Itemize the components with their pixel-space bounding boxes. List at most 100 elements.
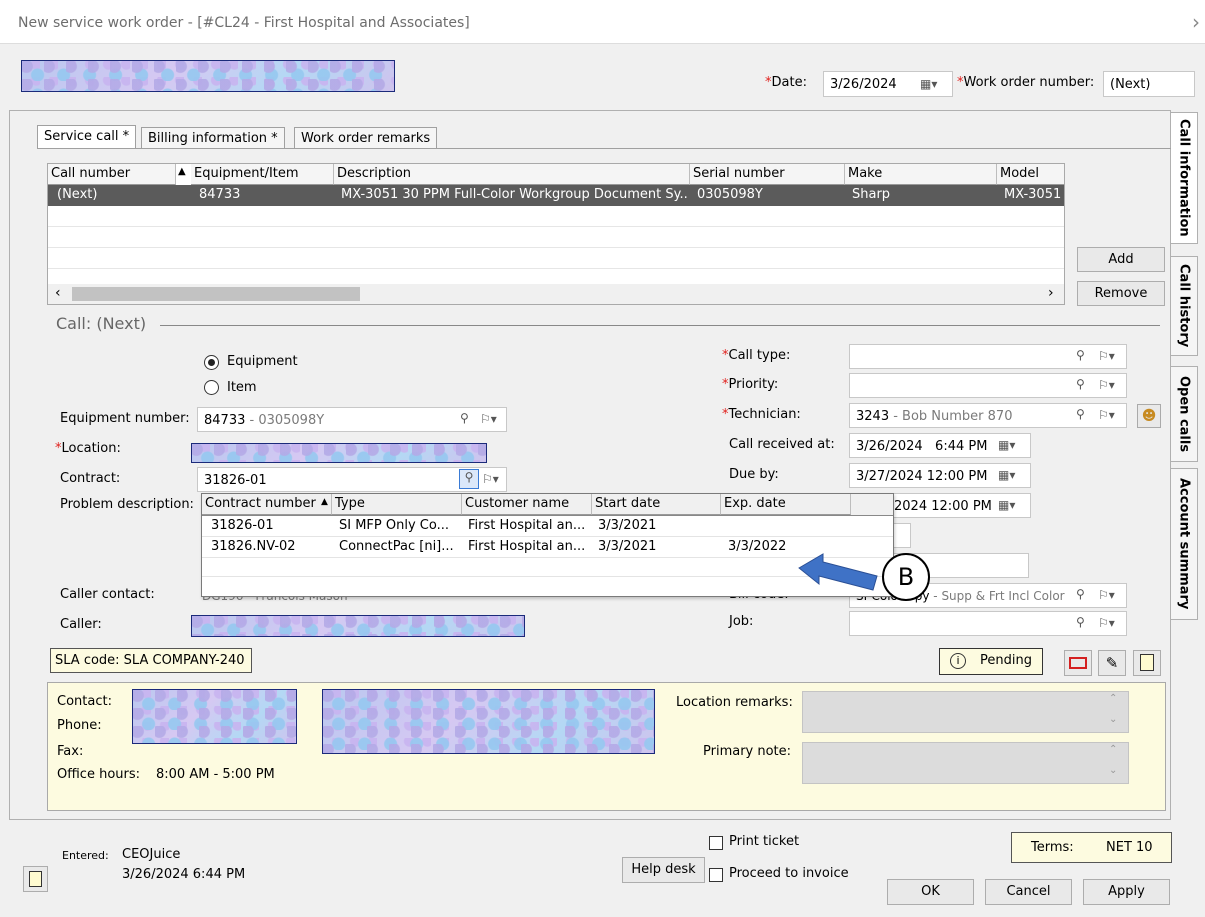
calendar-dropdown-icon[interactable]: ▦▾ [998, 468, 1015, 482]
call-section-title: Call: (Next) [56, 314, 147, 333]
calendar-dropdown-icon[interactable]: ▦▾ [998, 498, 1015, 512]
remove-button[interactable]: Remove [1077, 281, 1165, 306]
list-item[interactable]: 31826.NV-02 ConnectPac [ni]... First Hos… [202, 537, 893, 558]
dd-col-exp[interactable]: Exp. date [721, 494, 851, 515]
notes-footer-button[interactable] [23, 866, 48, 892]
bill-code-desc: - Supp & Frt Incl Color [929, 589, 1065, 603]
contract-dropdown: Contract number ▲ Type Customer name Sta… [201, 493, 894, 597]
sort-asc-icon[interactable]: ▲ [321, 497, 328, 507]
ok-button[interactable]: OK [887, 879, 974, 905]
col-header-make[interactable]: Make [845, 164, 997, 185]
side-tab-call-history[interactable]: Call history [1171, 256, 1198, 356]
contract-field[interactable]: 31826-01 ⚲ ⚐▾ [197, 467, 507, 492]
flag-dropdown-icon[interactable]: ⚐▾ [1098, 378, 1115, 392]
equipment-number-value: 84733 - 0305098Y [204, 413, 324, 428]
flag-dropdown-icon[interactable]: ⚐▾ [1098, 616, 1115, 630]
side-tab-call-information[interactable]: Call information [1171, 112, 1198, 244]
scroll-down-icon[interactable]: ⌄ [1109, 714, 1117, 725]
table-row[interactable]: (Next) 84733 MX-3051 30 PPM Full-Color W… [48, 185, 1064, 206]
col-header-description[interactable]: Description [334, 164, 690, 185]
col-header-serial[interactable]: Serial number [690, 164, 845, 185]
radio-equipment-label: Equipment [227, 354, 298, 369]
search-icon[interactable]: ⚲ [1076, 377, 1085, 391]
empty-row-line [48, 247, 1064, 248]
location-field-redacted[interactable] [191, 443, 487, 463]
proceed-invoice-checkbox[interactable] [709, 868, 723, 882]
job-field[interactable]: ⚲ ⚐▾ [849, 611, 1127, 636]
apply-button[interactable]: Apply [1083, 879, 1170, 905]
add-button[interactable]: Add [1077, 247, 1165, 272]
scroll-down-icon[interactable]: ⌄ [1109, 765, 1117, 776]
scroll-left-icon[interactable]: ‹ [55, 285, 61, 301]
search-icon[interactable]: ⚲ [1076, 348, 1085, 362]
dd-cell-exp: 3/3/2022 [728, 539, 787, 554]
attach-button[interactable]: ✎ [1098, 650, 1126, 676]
contact-label: Contact: [57, 694, 112, 709]
window-title: New service work order - [#CL24 - First … [18, 15, 470, 31]
calendar-dropdown-icon[interactable]: ▦▾ [920, 77, 937, 91]
tab-billing-information[interactable]: Billing information * [141, 127, 285, 149]
date-field[interactable]: 3/26/2024 ▦▾ [823, 71, 953, 97]
col-header-model[interactable]: Model [997, 164, 1064, 185]
notes-button[interactable] [1133, 650, 1161, 676]
dd-col-type[interactable]: Type [332, 494, 462, 515]
wo-number-field[interactable]: (Next) [1103, 71, 1195, 97]
search-icon[interactable]: ⚲ [1076, 587, 1085, 601]
side-tab-account-summary[interactable]: Account summary [1171, 468, 1198, 620]
print-ticket-checkbox[interactable] [709, 836, 723, 850]
search-icon[interactable]: ⚲ [1076, 407, 1085, 421]
date-label-text: Date: [771, 75, 807, 90]
due-by-value: 3/27/2024 12:00 PM [856, 469, 988, 484]
email-button[interactable] [1064, 650, 1092, 676]
assign-technician-icon[interactable]: ☻ [1137, 404, 1161, 428]
radio-equipment[interactable] [204, 355, 219, 370]
equipment-number-field[interactable]: 84733 - 0305098Y ⚲ ⚐▾ [197, 407, 507, 432]
location-remarks-field[interactable]: ⌃ ⌄ [802, 691, 1129, 733]
pending-button[interactable]: i Pending [939, 648, 1043, 675]
annotation-b-label: B [897, 563, 915, 591]
scroll-up-icon[interactable]: ⌃ [1109, 744, 1117, 755]
technician-field[interactable]: 3243 - Bob Number 870 ⚲ ⚐▾ [849, 403, 1127, 428]
search-icon[interactable]: ⚲ [1076, 615, 1085, 629]
dd-col-customer[interactable]: Customer name [462, 494, 592, 515]
flag-dropdown-icon[interactable]: ⚐▾ [482, 472, 499, 486]
flag-dropdown-icon[interactable]: ⚐▾ [1098, 588, 1115, 602]
horizontal-scrollbar[interactable]: ‹ › [48, 284, 1064, 304]
priority-field[interactable]: ⚲ ⚐▾ [849, 373, 1127, 398]
flag-dropdown-icon[interactable]: ⚐▾ [1098, 408, 1115, 422]
technician-label-text: Technician: [728, 407, 801, 422]
call-received-field[interactable]: 3/26/2024 6:44 PM ▦▾ [849, 433, 1031, 458]
caller-field-redacted[interactable] [191, 615, 525, 637]
tab-work-order-remarks[interactable]: Work order remarks [294, 127, 438, 149]
envelope-icon [1069, 657, 1087, 669]
flag-dropdown-icon[interactable]: ⚐▾ [480, 412, 497, 426]
dd-col-start[interactable]: Start date [592, 494, 721, 515]
dd-col-contract-number[interactable]: Contract number [202, 494, 332, 515]
scroll-right-icon[interactable]: › [1048, 285, 1054, 301]
side-tab-open-calls[interactable]: Open calls [1171, 366, 1198, 462]
search-icon[interactable]: ⚲ [459, 469, 479, 489]
paperclip-icon: ✎ [1105, 654, 1119, 672]
priority-label: *Priority: [722, 377, 778, 392]
close-icon[interactable]: › [1192, 10, 1200, 34]
calendar-dropdown-icon[interactable]: ▦▾ [998, 438, 1015, 452]
primary-note-field[interactable]: ⌃ ⌄ [802, 742, 1129, 784]
scrollbar-thumb[interactable] [72, 287, 360, 301]
radio-item[interactable] [204, 380, 219, 395]
search-icon[interactable]: ⚲ [460, 411, 469, 425]
scroll-up-icon[interactable]: ⌃ [1109, 693, 1117, 704]
col-header-call-number[interactable]: Call number [48, 164, 176, 185]
tab-service-call[interactable]: Service call * [37, 125, 137, 149]
help-desk-button[interactable]: Help desk [622, 857, 705, 883]
equipment-number-code: 84733 [204, 413, 246, 428]
entered-label: Entered: [62, 849, 109, 862]
due-by-field[interactable]: 3/27/2024 12:00 PM ▦▾ [849, 463, 1031, 488]
list-item[interactable]: 31826-01 SI MFP Only Co... First Hospita… [202, 516, 893, 537]
flag-dropdown-icon[interactable]: ⚐▾ [1098, 349, 1115, 363]
col-header-equipment[interactable]: Equipment/Item [191, 164, 334, 185]
call-type-field[interactable]: ⚲ ⚐▾ [849, 344, 1127, 369]
cancel-button[interactable]: Cancel [985, 879, 1072, 905]
contract-label: Contract: [60, 471, 121, 486]
sort-asc-icon[interactable]: ▲ [178, 166, 186, 177]
cell-make: Sharp [852, 187, 891, 202]
